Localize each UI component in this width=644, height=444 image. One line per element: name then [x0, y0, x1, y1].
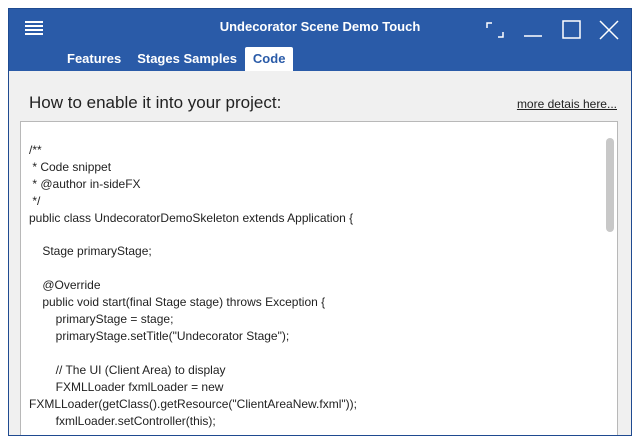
code-snippet-area[interactable]: /** * Code snippet * @author in-sideFX *… [20, 121, 618, 435]
vertical-scrollbar[interactable] [605, 124, 615, 435]
tab-features[interactable]: Features [59, 47, 129, 71]
window-controls [483, 19, 621, 41]
minimize-icon[interactable] [521, 19, 545, 41]
close-icon[interactable] [597, 19, 621, 41]
code-tab-content: How to enable it into your project: more… [9, 71, 631, 435]
maximize-icon[interactable] [559, 19, 583, 41]
scrollbar-thumb[interactable] [606, 138, 614, 232]
section-heading: How to enable it into your project: [29, 93, 282, 112]
tab-code[interactable]: Code [244, 47, 294, 71]
more-details-link[interactable]: more detais here... [517, 97, 617, 111]
tab-stages-samples[interactable]: Stages Samples [129, 47, 245, 71]
fullscreen-icon[interactable] [483, 19, 507, 41]
app-window: Undecorator Scene Demo Touch Features St… [8, 8, 632, 436]
title-bar[interactable]: Undecorator Scene Demo Touch Features St… [9, 9, 631, 73]
code-snippet-text[interactable]: /** * Code snippet * @author in-sideFX *… [29, 142, 601, 429]
tab-bar: Features Stages Samples Code [59, 47, 294, 71]
